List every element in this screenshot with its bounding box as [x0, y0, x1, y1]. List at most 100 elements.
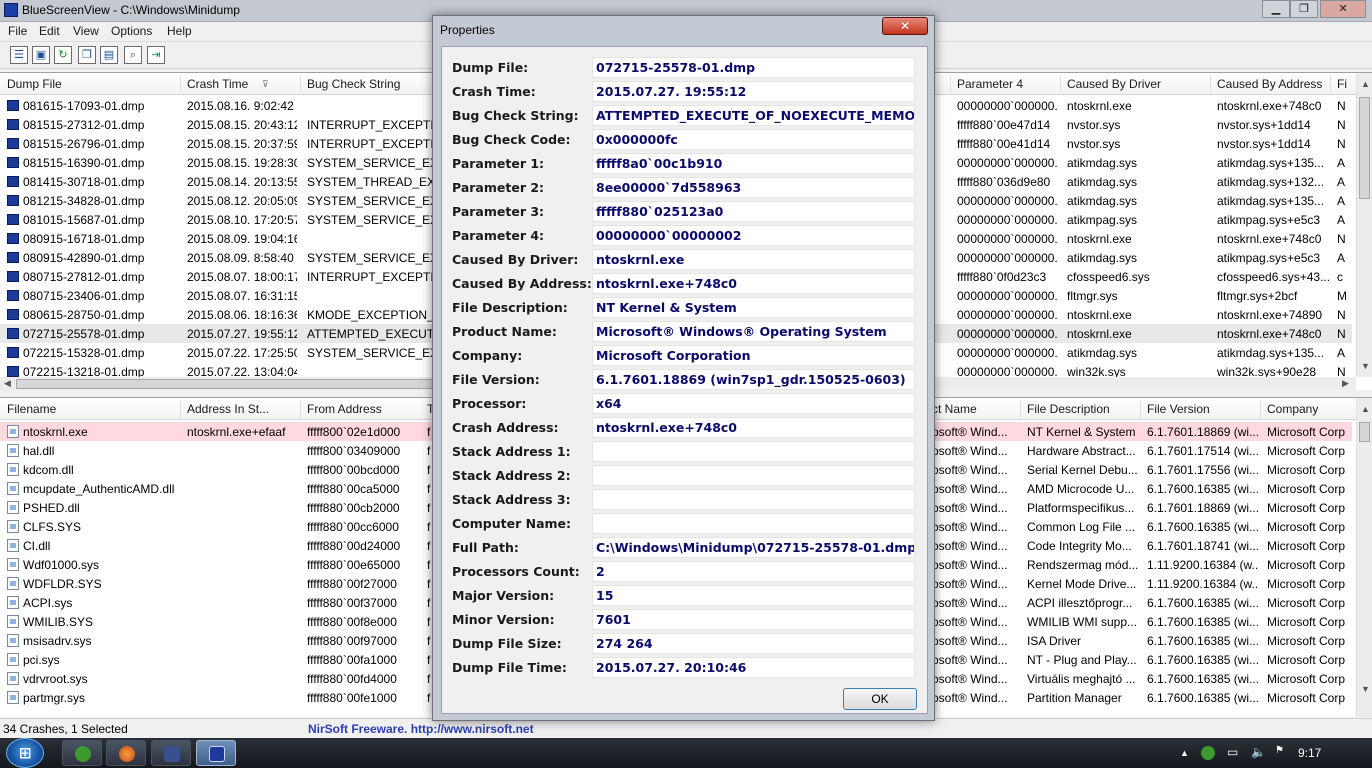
col-caused-by-address[interactable]: Caused By Address	[1217, 77, 1322, 91]
cell-from: fffff880`00f97000	[307, 634, 397, 648]
property-value-field[interactable]: Microsoft® Windows® Operating System	[592, 321, 915, 342]
cell-time: 2015.08.12. 20:05:09	[187, 194, 297, 208]
cell-fi: N	[1337, 327, 1346, 341]
property-row: File Version: 6.1.7601.18869 (win7sp1_gdr…	[442, 369, 929, 391]
nirsoft-link[interactable]: NirSoft Freeware. http://www.nirsoft.net	[308, 722, 534, 736]
property-label: Bug Check Code:	[452, 132, 571, 147]
property-value-field[interactable]	[592, 441, 915, 462]
property-value-field[interactable]	[592, 465, 915, 486]
property-value-field[interactable]: 00000000`00000002	[592, 225, 915, 246]
cell-driver: atikmdag.sys	[1067, 194, 1138, 208]
property-value-field[interactable]: 072715-25578-01.dmp	[592, 57, 915, 78]
property-value-field[interactable]: fffff880`025123a0	[592, 201, 915, 222]
refresh-icon[interactable]: ↻	[54, 46, 72, 64]
cell-fi: A	[1337, 175, 1346, 189]
menu-options[interactable]: Options	[111, 24, 152, 38]
cell-prod: osoft® Wind...	[932, 501, 1008, 515]
tray-network-icon[interactable]: ▭	[1227, 745, 1238, 759]
col-company[interactable]: Company	[1267, 402, 1318, 416]
col-from-address[interactable]: From Address	[307, 402, 382, 416]
property-value-field[interactable]: 7601	[592, 609, 915, 630]
close-button[interactable]: ✕	[1320, 0, 1366, 18]
start-button[interactable]: ⊞	[6, 738, 44, 768]
properties-icon[interactable]: ☰	[10, 46, 28, 64]
property-value-field[interactable]: fffff8a0`00c1b910	[592, 153, 915, 174]
taskbar-save-app[interactable]	[151, 740, 191, 766]
tray-action-center-icon[interactable]: ⚑	[1275, 745, 1284, 756]
property-value-field[interactable]: x64	[592, 393, 915, 414]
scroll-thumb[interactable]	[1359, 97, 1370, 199]
property-value-field[interactable]	[592, 489, 915, 510]
property-value-field[interactable]: 2015.07.27. 20:10:46	[592, 657, 915, 678]
find-icon[interactable]: ⌕	[124, 46, 142, 64]
dialog-close-button[interactable]: ✕	[882, 17, 928, 35]
module-file-icon	[7, 596, 19, 609]
col-product-name[interactable]: ct Name	[932, 402, 977, 416]
col-file-description[interactable]: File Description	[1027, 402, 1110, 416]
taskbar-firefox[interactable]	[106, 740, 146, 766]
cell-file: PSHED.dll	[23, 501, 80, 515]
tray-utorrent-icon[interactable]	[1201, 746, 1215, 760]
taskbar-utorrent[interactable]	[62, 740, 102, 766]
property-label: Company:	[452, 348, 523, 363]
col-caused-by-driver[interactable]: Caused By Driver	[1067, 77, 1161, 91]
property-value-field[interactable]: 6.1.7601.18869 (win7sp1_gdr.150525-0603)	[592, 369, 915, 390]
property-value-field[interactable]: ntoskrnl.exe+748c0	[592, 273, 915, 294]
scroll-thumb[interactable]	[1359, 422, 1370, 442]
minimize-button[interactable]: ▁	[1262, 0, 1290, 18]
property-value-field[interactable]: Microsoft Corporation	[592, 345, 915, 366]
cell-comp: Microsoft Corp	[1267, 482, 1346, 496]
property-value-field[interactable]: 2	[592, 561, 915, 582]
cell-addr: atikmdag.sys+135...	[1217, 156, 1325, 170]
col-file-version[interactable]: File Version	[1147, 402, 1210, 416]
property-value-field[interactable]: ntoskrnl.exe+748c0	[592, 417, 915, 438]
cell-addr: nvstor.sys+1dd14	[1217, 118, 1311, 132]
property-value-field[interactable]: NT Kernel & System	[592, 297, 915, 318]
tray-expand-icon[interactable]: ▲	[1180, 748, 1189, 758]
taskbar-bluescreenview[interactable]	[196, 740, 236, 766]
property-value-field[interactable]: C:\Windows\Minidump\072715-25578-01.dmp	[592, 537, 915, 558]
col-address-in-stack[interactable]: Address In St...	[187, 402, 269, 416]
dump-file-icon	[7, 347, 19, 358]
cell-time: 2015.08.06. 18:16:36	[187, 308, 297, 322]
property-value-field[interactable]: 2015.07.27. 19:55:12	[592, 81, 915, 102]
property-value-field[interactable]: 0x000000fc	[592, 129, 915, 150]
property-row: Caused By Address: ntoskrnl.exe+748c0	[442, 273, 929, 295]
col-parameter-4[interactable]: Parameter 4	[957, 77, 1023, 91]
maximize-button[interactable]: ❐	[1290, 0, 1318, 18]
property-row: Dump File Time: 2015.07.27. 20:10:46	[442, 657, 929, 679]
crash-list-vscrollbar[interactable]: ▲ ▼	[1356, 73, 1372, 377]
property-row: Major Version: 15	[442, 585, 929, 607]
property-value-field[interactable]: 8ee00000`7d558963	[592, 177, 915, 198]
col-crash-time[interactable]: Crash Time	[187, 77, 248, 91]
cell-file: 080915-42890-01.dmp	[23, 251, 145, 265]
cell-addr: ntoskrnl.exe+74890	[1217, 308, 1323, 322]
property-value-field[interactable]	[592, 513, 915, 534]
col-file-truncated[interactable]: Fi	[1337, 77, 1347, 91]
menu-file[interactable]: File	[8, 24, 27, 38]
cell-addr: atikmpag.sys+e5c3	[1217, 251, 1321, 265]
html-report-icon[interactable]: ▤	[100, 46, 118, 64]
save-icon[interactable]: ▣	[32, 46, 50, 64]
cell-prod: osoft® Wind...	[932, 520, 1008, 534]
ok-button[interactable]: OK	[843, 688, 917, 710]
cell-p4: fffff880`036d9e80	[957, 175, 1051, 189]
menu-view[interactable]: View	[73, 24, 99, 38]
property-value-field[interactable]: ATTEMPTED_EXECUTE_OF_NOEXECUTE_MEMO	[592, 105, 915, 126]
taskbar-clock[interactable]: 9:17	[1298, 746, 1321, 760]
dialog-title: Properties	[440, 23, 495, 37]
module-list-vscrollbar[interactable]: ▲ ▼	[1356, 398, 1372, 717]
exit-icon[interactable]: ⇥	[147, 46, 165, 64]
cell-p4: fffff880`00e47d14	[957, 118, 1051, 132]
menu-help[interactable]: Help	[167, 24, 192, 38]
menu-edit[interactable]: Edit	[39, 24, 60, 38]
property-value-field[interactable]: 15	[592, 585, 915, 606]
tray-volume-icon[interactable]: 🔈	[1251, 745, 1266, 759]
col-bug-check-string[interactable]: Bug Check String	[307, 77, 400, 91]
col-filename[interactable]: Filename	[7, 402, 56, 416]
cell-prod: osoft® Wind...	[932, 444, 1008, 458]
property-value-field[interactable]: 274 264	[592, 633, 915, 654]
col-dump-file[interactable]: Dump File	[7, 77, 62, 91]
copy-icon[interactable]: ❐	[78, 46, 96, 64]
property-value-field[interactable]: ntoskrnl.exe	[592, 249, 915, 270]
